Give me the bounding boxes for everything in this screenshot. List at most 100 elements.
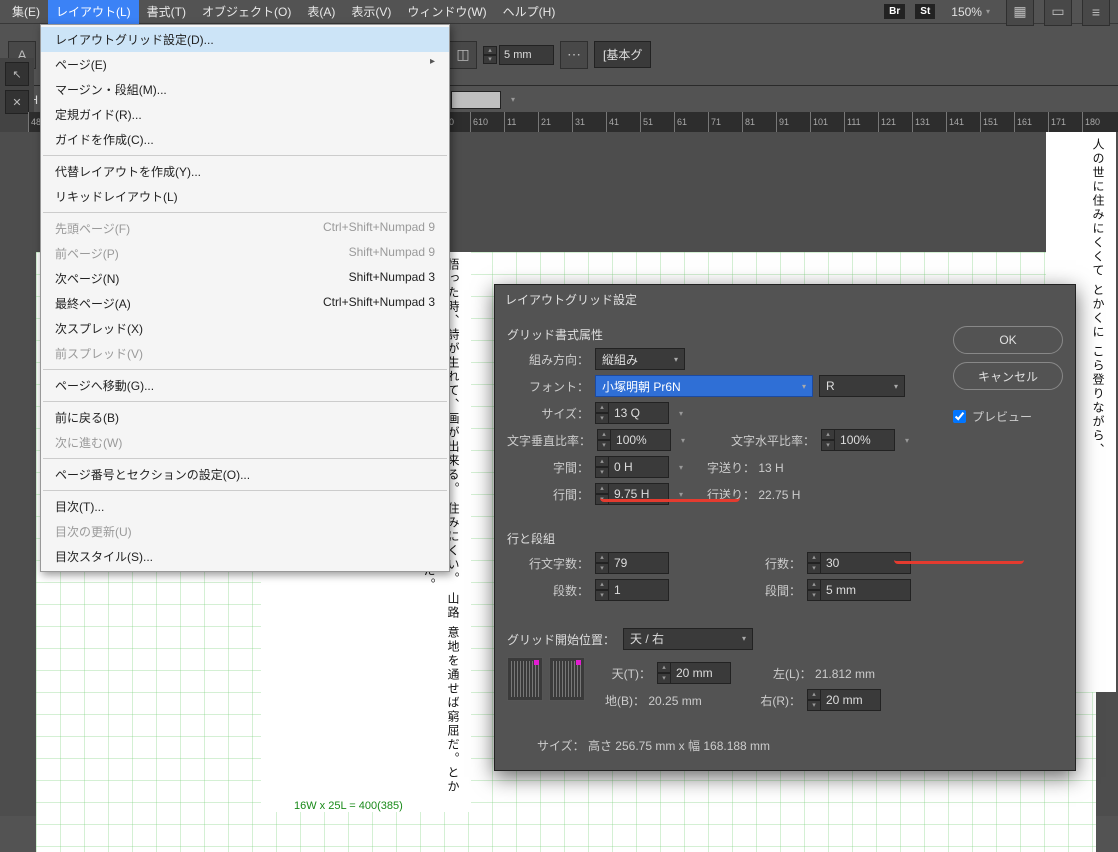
group-grid-attr: グリッド書式属性 bbox=[507, 326, 941, 343]
ruler-tick: 101 bbox=[810, 112, 828, 132]
ruler-tick: 11 bbox=[504, 112, 516, 132]
chsp-label: 字間： bbox=[507, 459, 589, 476]
gutter-label: 段間： bbox=[751, 582, 801, 599]
start-thumbnails[interactable] bbox=[507, 657, 585, 701]
right-field[interactable]: ▴▾ bbox=[807, 689, 881, 711]
style-selector[interactable]: [基本グ bbox=[594, 41, 651, 68]
left-readonly: 左(L)： 21.812 mm bbox=[773, 665, 875, 682]
menu-item[interactable]: ページ番号とセクションの設定(O)... bbox=[41, 462, 449, 487]
menu-table[interactable]: 表(A) bbox=[299, 0, 343, 24]
ruler-tick: 171 bbox=[1048, 112, 1066, 132]
dir-select[interactable]: 縦組み▾ bbox=[595, 348, 685, 370]
size-label: サイズ： bbox=[507, 405, 589, 422]
menu-item[interactable]: ページへ移動(G)... bbox=[41, 373, 449, 398]
menu-item[interactable]: 代替レイアウトを作成(Y)... bbox=[41, 159, 449, 184]
preview-checkbox[interactable]: プレビュー bbox=[953, 408, 1063, 425]
weight-select[interactable]: R▾ bbox=[819, 375, 905, 397]
group-rows-cols: 行と段組 bbox=[507, 530, 941, 547]
start-label: グリッド開始位置： bbox=[507, 631, 617, 648]
menu-help[interactable]: ヘルプ(H) bbox=[495, 0, 564, 24]
size-field[interactable]: ▴▾ bbox=[595, 402, 669, 424]
menu-object[interactable]: オブジェクト(O) bbox=[194, 0, 299, 24]
cols-field[interactable]: ▴▾ bbox=[595, 579, 669, 601]
menu-edit[interactable]: 集(E) bbox=[4, 0, 48, 24]
close-icon[interactable]: ✕ bbox=[5, 90, 29, 114]
annotation-underline-2 bbox=[894, 560, 1024, 564]
lines-label: 行数： bbox=[751, 555, 801, 572]
gutter-field[interactable]: ▴▾ bbox=[807, 579, 911, 601]
menu-type[interactable]: 書式(T) bbox=[139, 0, 194, 24]
tool-selection-icon[interactable]: ↖ bbox=[5, 62, 29, 86]
ruler-tick: 151 bbox=[980, 112, 998, 132]
font-select[interactable]: 小塚明朝 Pr6N▾ bbox=[595, 375, 813, 397]
lchars-label: 行文字数： bbox=[507, 555, 589, 572]
ruler-tick: 41 bbox=[606, 112, 619, 132]
menu-item[interactable]: リキッドレイアウト(L) bbox=[41, 184, 449, 209]
options-icon[interactable]: ≡ bbox=[1082, 0, 1110, 26]
ruler-tick: 51 bbox=[640, 112, 653, 132]
menu-item[interactable]: 目次(T)... bbox=[41, 494, 449, 519]
bridge-button[interactable]: Br bbox=[884, 4, 905, 19]
cancel-button[interactable]: キャンセル bbox=[953, 362, 1063, 390]
lchars-field[interactable]: ▴▾ bbox=[595, 552, 669, 574]
start-thumb-1[interactable] bbox=[507, 657, 543, 701]
layout-menu-dropdown: レイアウトグリッド設定(D)...ページ(E)マージン・段組(M)...定規ガイ… bbox=[40, 24, 450, 572]
ruler-tick: 180 bbox=[1082, 112, 1100, 132]
stock-button[interactable]: St bbox=[915, 4, 935, 19]
menu-item[interactable]: ページ(E) bbox=[41, 52, 449, 77]
menu-item: 前スプレッド(V) bbox=[41, 341, 449, 366]
arrange-icon[interactable]: ▭ bbox=[1044, 0, 1072, 26]
start-select[interactable]: 天 / 右▾ bbox=[623, 628, 753, 650]
ruler-tick: 610 bbox=[470, 112, 488, 132]
preview-checkbox-input[interactable] bbox=[953, 410, 966, 423]
top-field[interactable]: ▴▾ bbox=[657, 662, 731, 684]
layout-grid-dialog: レイアウトグリッド設定 グリッド書式属性 組み方向： 縦組み▾ フォント： 小塚… bbox=[494, 284, 1076, 771]
gray-swatch[interactable] bbox=[451, 91, 501, 109]
ruler-tick: 31 bbox=[572, 112, 585, 132]
menu-window[interactable]: ウィンドウ(W) bbox=[399, 0, 494, 24]
start-thumb-2[interactable] bbox=[549, 657, 585, 701]
top-label: 天(T)： bbox=[605, 665, 651, 682]
bottom-readonly: 地(B)： 20.25 mm bbox=[605, 692, 725, 709]
corner-radius-field[interactable]: ▴▾ bbox=[483, 45, 554, 65]
menu-item[interactable]: レイアウトグリッド設定(D)... bbox=[41, 27, 449, 52]
ruler-tick: 81 bbox=[742, 112, 755, 132]
ruler-tick: 91 bbox=[776, 112, 789, 132]
font-label: フォント： bbox=[507, 378, 589, 395]
menu-item[interactable]: 次ページ(N)Shift+Numpad 3 bbox=[41, 266, 449, 291]
chsp-field[interactable]: ▴▾ bbox=[595, 456, 669, 478]
hscale-field[interactable]: ▴▾ bbox=[821, 429, 895, 451]
ruler-tick: 141 bbox=[946, 112, 964, 132]
vscale-label: 文字垂直比率： bbox=[507, 432, 591, 449]
ruler-tick: 121 bbox=[878, 112, 896, 132]
chfeed-label: 字送り： 13 H bbox=[707, 459, 784, 476]
menu-layout[interactable]: レイアウト(L) bbox=[48, 0, 139, 24]
ruler-tick: 161 bbox=[1014, 112, 1032, 132]
more-options-icon[interactable]: ⋯ bbox=[560, 41, 588, 69]
menu-item[interactable]: 前に戻る(B) bbox=[41, 405, 449, 430]
cols-label: 段数： bbox=[507, 582, 589, 599]
zoom-select[interactable]: 150%▾ bbox=[945, 3, 996, 21]
menu-item[interactable]: 最終ページ(A)Ctrl+Shift+Numpad 3 bbox=[41, 291, 449, 316]
ruler-tick: 111 bbox=[844, 112, 861, 132]
size-info: サイズ： 高さ 256.75 mm x 幅 168.188 mm bbox=[537, 737, 941, 754]
lnsp-label: 行間： bbox=[507, 486, 589, 503]
annotation-underline-1 bbox=[600, 498, 740, 502]
corner-options-icon[interactable]: ◫ bbox=[449, 41, 477, 69]
ruler-tick: 71 bbox=[708, 112, 721, 132]
menu-item: 目次の更新(U) bbox=[41, 519, 449, 544]
ruler-tick: 21 bbox=[538, 112, 551, 132]
menu-item[interactable]: ガイドを作成(C)... bbox=[41, 127, 449, 152]
menu-view[interactable]: 表示(V) bbox=[343, 0, 399, 24]
corner-radius-input[interactable] bbox=[499, 45, 554, 65]
menubar: 集(E) レイアウト(L) 書式(T) オブジェクト(O) 表(A) 表示(V)… bbox=[0, 0, 1118, 24]
screen-mode-icon[interactable]: ▦ bbox=[1006, 0, 1034, 26]
right-label: 右(R)： bbox=[755, 692, 801, 709]
menu-item[interactable]: 目次スタイル(S)... bbox=[41, 544, 449, 569]
vscale-field[interactable]: ▴▾ bbox=[597, 429, 671, 451]
ok-button[interactable]: OK bbox=[953, 326, 1063, 354]
dialog-title: レイアウトグリッド設定 bbox=[495, 285, 1075, 314]
menu-item[interactable]: 定規ガイド(R)... bbox=[41, 102, 449, 127]
menu-item[interactable]: マージン・段組(M)... bbox=[41, 77, 449, 102]
menu-item[interactable]: 次スプレッド(X) bbox=[41, 316, 449, 341]
